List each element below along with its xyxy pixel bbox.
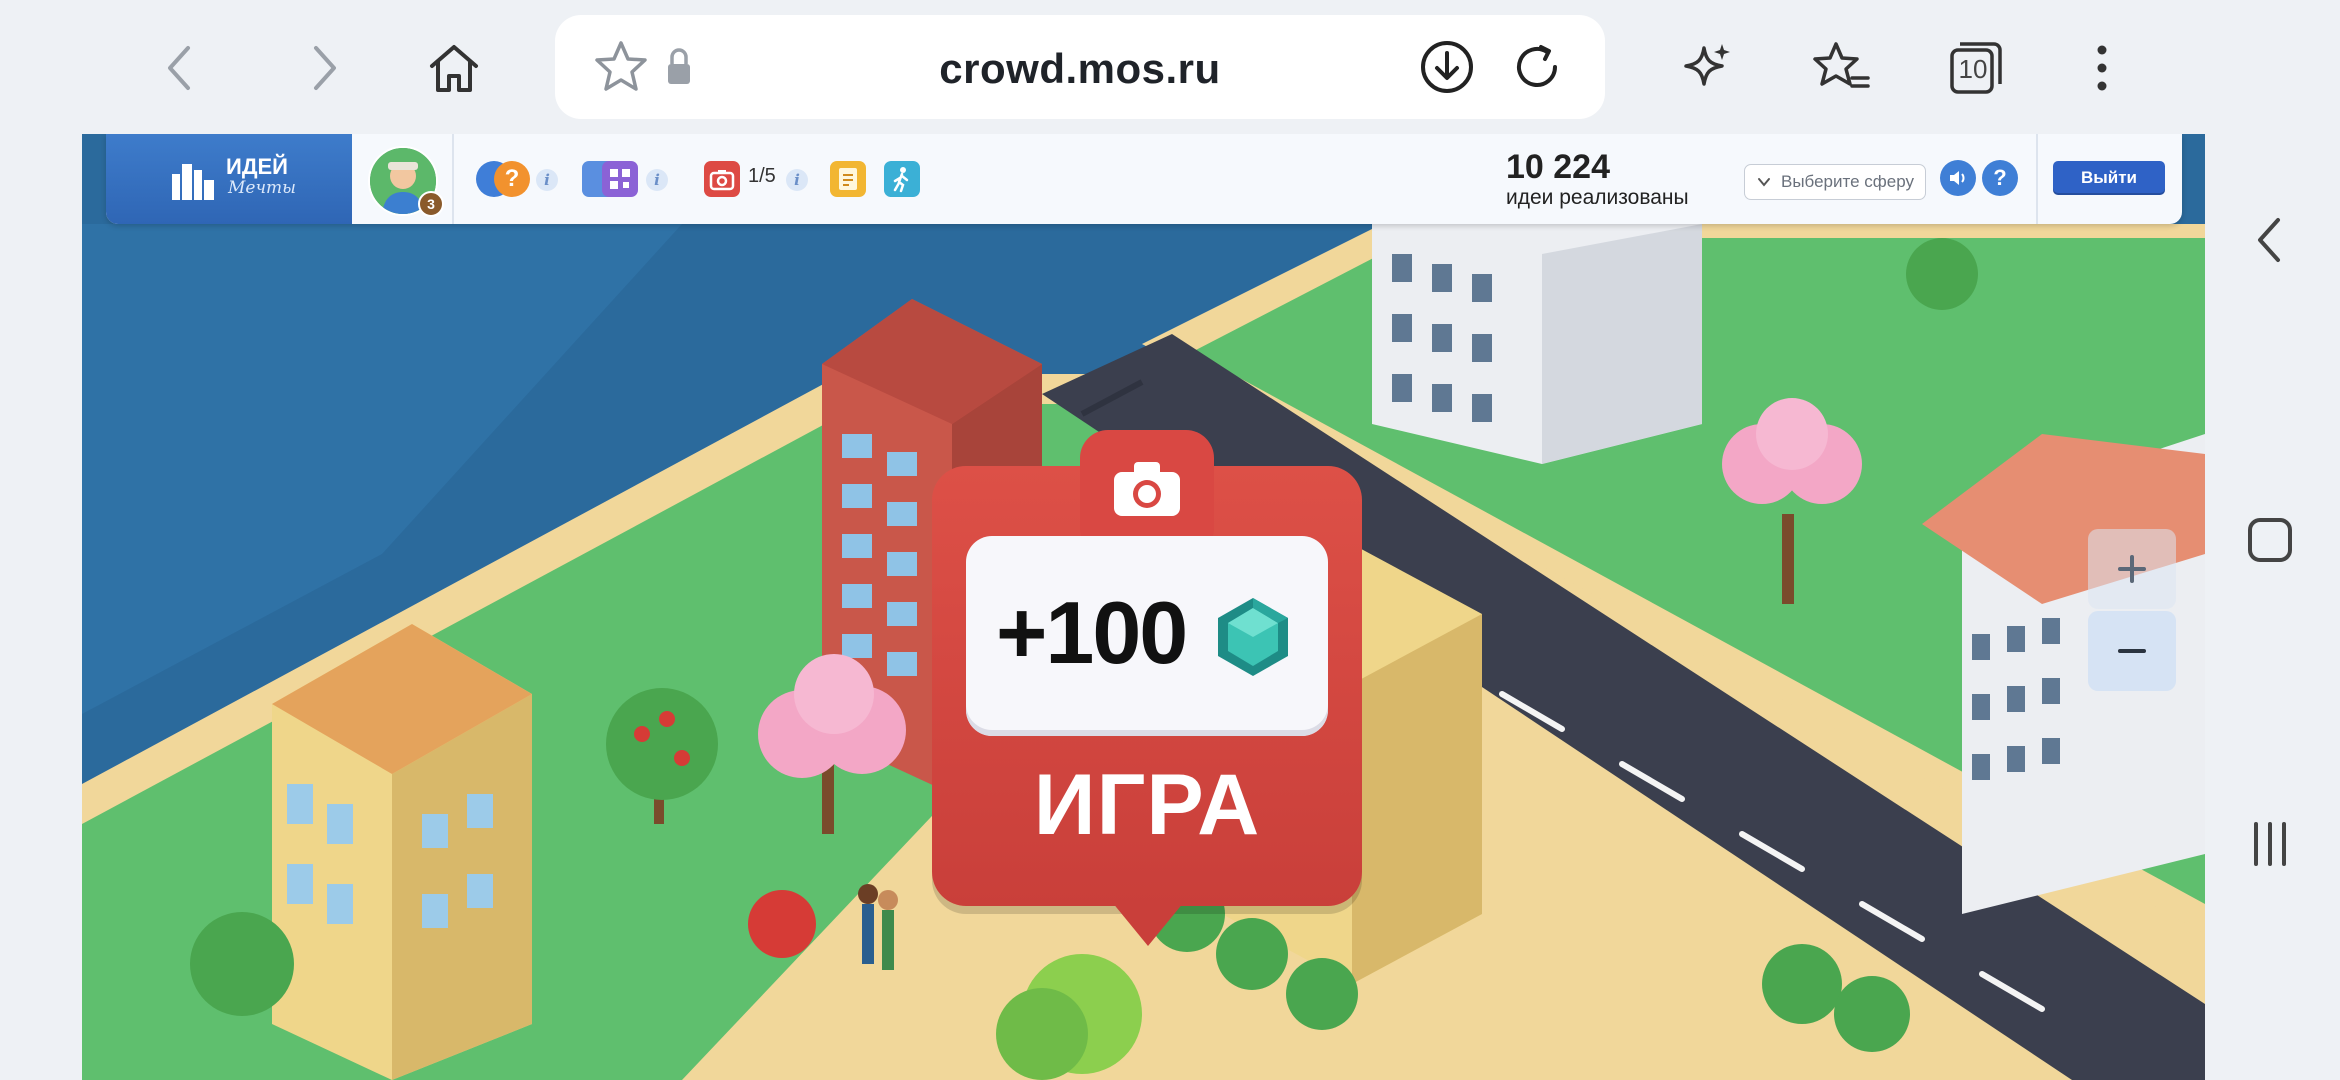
reward-card: +100 <box>966 536 1328 736</box>
android-navigation-bar <box>2205 134 2340 1080</box>
nav-recents-button[interactable] <box>2230 804 2310 884</box>
sphere-select[interactable]: Выберите сферу <box>1744 164 1926 200</box>
checklist-icon[interactable] <box>830 161 866 197</box>
logo[interactable]: ИДЕЙ Мечты <box>106 134 352 224</box>
help-button[interactable]: ? <box>1982 160 2018 196</box>
minus-icon <box>2118 649 2146 653</box>
back-icon <box>168 46 190 90</box>
tabs-count: 10 <box>1958 54 1988 84</box>
walking-person-icon[interactable] <box>884 161 920 197</box>
reward-label: ИГРА <box>1033 757 1261 853</box>
more-menu-button[interactable] <box>2062 28 2142 108</box>
game-header: ИДЕЙ Мечты 3 ? i i 1/5 i 10 224 идеи реа… <box>106 134 2182 224</box>
avatar-level-badge: 3 <box>418 191 444 217</box>
zoom-out-button[interactable] <box>2088 611 2176 691</box>
speaker-icon <box>1950 171 1965 185</box>
address-bar[interactable]: crowd.mos.ru <box>555 15 1605 119</box>
game-viewport[interactable]: ИДЕЙ Мечты 3 ? i i 1/5 i 10 224 идеи реа… <box>82 134 2205 1080</box>
marker-pointer <box>1112 902 1184 946</box>
chevron-down-icon <box>1758 178 1770 187</box>
logo-title: ИДЕЙ <box>226 154 288 179</box>
home-button[interactable] <box>414 28 494 108</box>
plus-icon <box>2118 555 2146 583</box>
reward-amount: +100 <box>996 583 1188 682</box>
quiz-icon[interactable]: ? <box>494 161 530 197</box>
nav-recents-icon <box>2254 822 2286 866</box>
home-icon <box>430 45 478 92</box>
city-logo-icon <box>172 164 214 200</box>
nav-back-button[interactable] <box>2230 200 2310 280</box>
camera-task-icon[interactable] <box>704 161 740 197</box>
qr-info-icon[interactable]: i <box>646 169 668 191</box>
download-button[interactable] <box>1417 37 1477 97</box>
back-button[interactable] <box>142 28 222 108</box>
photo-task-counter: 1/5 <box>748 165 776 187</box>
nav-back-icon <box>2258 218 2280 262</box>
bookmarks-list-icon <box>1813 42 1870 88</box>
photo-info-icon[interactable]: i <box>786 169 808 191</box>
nav-home-button[interactable] <box>2230 500 2310 580</box>
logo-subtitle: Мечты <box>228 178 297 198</box>
divider <box>452 134 454 224</box>
browser-toolbar: crowd.mos.ru 10 <box>0 0 2340 134</box>
qr-code-icon[interactable] <box>602 161 638 197</box>
ideas-count: 10 224 <box>1506 148 1610 186</box>
bookmarks-button[interactable] <box>1802 28 1882 108</box>
gem-icon <box>1218 598 1288 676</box>
ai-sparkle-button[interactable] <box>1666 28 1746 108</box>
forward-icon <box>314 46 336 90</box>
sphere-select-placeholder: Выберите сферу <box>1781 172 1914 191</box>
zoom-in-button[interactable] <box>2088 529 2176 609</box>
forward-button[interactable] <box>282 28 362 108</box>
tabs-button[interactable]: 10 <box>1936 28 2016 108</box>
game-reward-marker[interactable]: +100 ИГРА <box>932 430 1362 1066</box>
download-icon <box>1421 41 1473 93</box>
divider <box>2036 134 2038 224</box>
sparkle-icon <box>1684 44 1730 86</box>
quests-info-icon[interactable]: i <box>536 169 558 191</box>
exit-button[interactable]: Выйти <box>2053 161 2165 195</box>
reload-icon <box>1517 45 1557 87</box>
sound-button[interactable] <box>1940 160 1976 196</box>
more-icon <box>2097 45 2107 91</box>
nav-home-icon <box>2248 518 2292 562</box>
camera-icon <box>1114 462 1180 516</box>
reload-button[interactable] <box>1507 37 1567 97</box>
ideas-label: идеи реализованы <box>1506 186 1689 209</box>
